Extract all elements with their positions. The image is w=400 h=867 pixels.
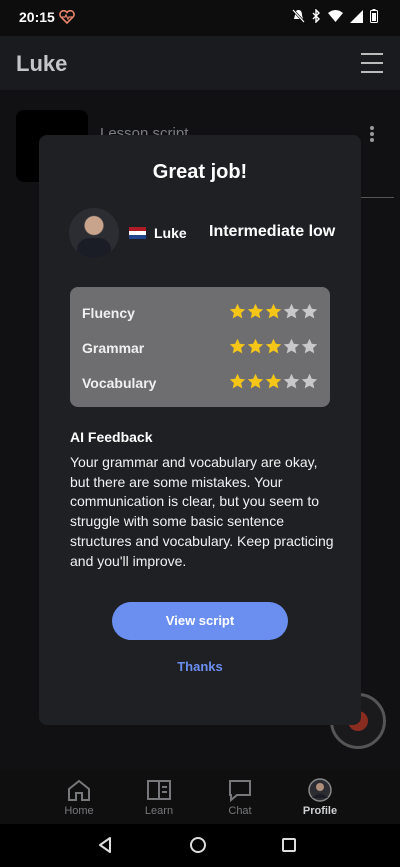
rating-row-fluency: Fluency [82, 302, 318, 324]
bottom-nav: Home Learn Chat Profile [0, 770, 400, 824]
wifi-icon [328, 9, 343, 22]
star-filled-icon [229, 303, 246, 319]
user-avatar [69, 208, 119, 258]
rating-label: Vocabulary [82, 375, 157, 391]
star-filled-icon [265, 303, 282, 319]
star-filled-icon [247, 373, 264, 389]
nav-label-chat: Chat [228, 805, 252, 817]
star-filled-icon [229, 338, 246, 354]
star-filled-icon [265, 338, 282, 354]
chat-icon [229, 780, 251, 802]
star-empty-icon [283, 338, 300, 354]
nav-label-profile: Profile [302, 805, 338, 817]
recent-apps-icon[interactable] [282, 838, 296, 852]
rating-row-grammar: Grammar [82, 337, 318, 359]
nav-label-home: Home [64, 805, 94, 817]
nav-label-learn: Learn [144, 805, 174, 817]
nav-item-chat[interactable]: Chat [210, 778, 270, 817]
signal-icon [350, 9, 363, 23]
star-rating [229, 373, 318, 390]
level-label: Intermediate low [209, 223, 336, 240]
nav-item-profile[interactable]: Profile [290, 778, 350, 817]
app-bar: Luke [0, 36, 400, 90]
dialog-title: Great job! [152, 161, 248, 183]
rating-label: Grammar [82, 340, 145, 356]
mute-icon [292, 9, 305, 23]
hamburger-menu-icon[interactable] [361, 53, 383, 73]
star-filled-icon [247, 303, 264, 319]
more-options-icon[interactable] [370, 126, 374, 142]
app-title: Luke [16, 51, 68, 76]
bluetooth-icon [312, 9, 320, 23]
netherlands-flag-icon [129, 227, 146, 239]
star-empty-icon [301, 373, 318, 389]
divider [356, 197, 394, 198]
star-rating [229, 338, 318, 355]
nav-item-learn[interactable]: Learn [129, 778, 189, 817]
status-time: 20:15 [19, 9, 55, 25]
home-button-icon[interactable] [190, 837, 206, 853]
star-empty-icon [301, 338, 318, 354]
battery-icon [370, 9, 378, 23]
star-empty-icon [283, 373, 300, 389]
back-icon[interactable] [98, 837, 112, 853]
star-filled-icon [229, 373, 246, 389]
ratings-panel: Fluency Grammar Vocabulary [70, 287, 330, 407]
results-dialog: Great job! Luke Intermediate low Fluency… [39, 135, 361, 725]
feedback-title: AI Feedback [70, 429, 153, 445]
avatar [308, 778, 332, 802]
home-icon [68, 779, 90, 801]
book-icon [147, 780, 171, 800]
star-rating [229, 303, 318, 320]
star-empty-icon [283, 303, 300, 319]
rating-label: Fluency [82, 305, 135, 321]
thanks-button[interactable]: Thanks [150, 659, 250, 674]
star-filled-icon [247, 338, 264, 354]
view-script-button[interactable]: View script [112, 602, 288, 640]
status-bar: 20:15 [0, 0, 400, 36]
star-filled-icon [265, 373, 282, 389]
feedback-text: Your grammar and vocabulary are okay, bu… [70, 454, 334, 569]
system-nav-bar [0, 824, 400, 867]
star-empty-icon [301, 303, 318, 319]
user-name: Luke [154, 225, 187, 241]
rating-row-vocabulary: Vocabulary [82, 372, 318, 394]
nav-item-home[interactable]: Home [49, 778, 109, 817]
heart-rate-icon [59, 10, 75, 24]
